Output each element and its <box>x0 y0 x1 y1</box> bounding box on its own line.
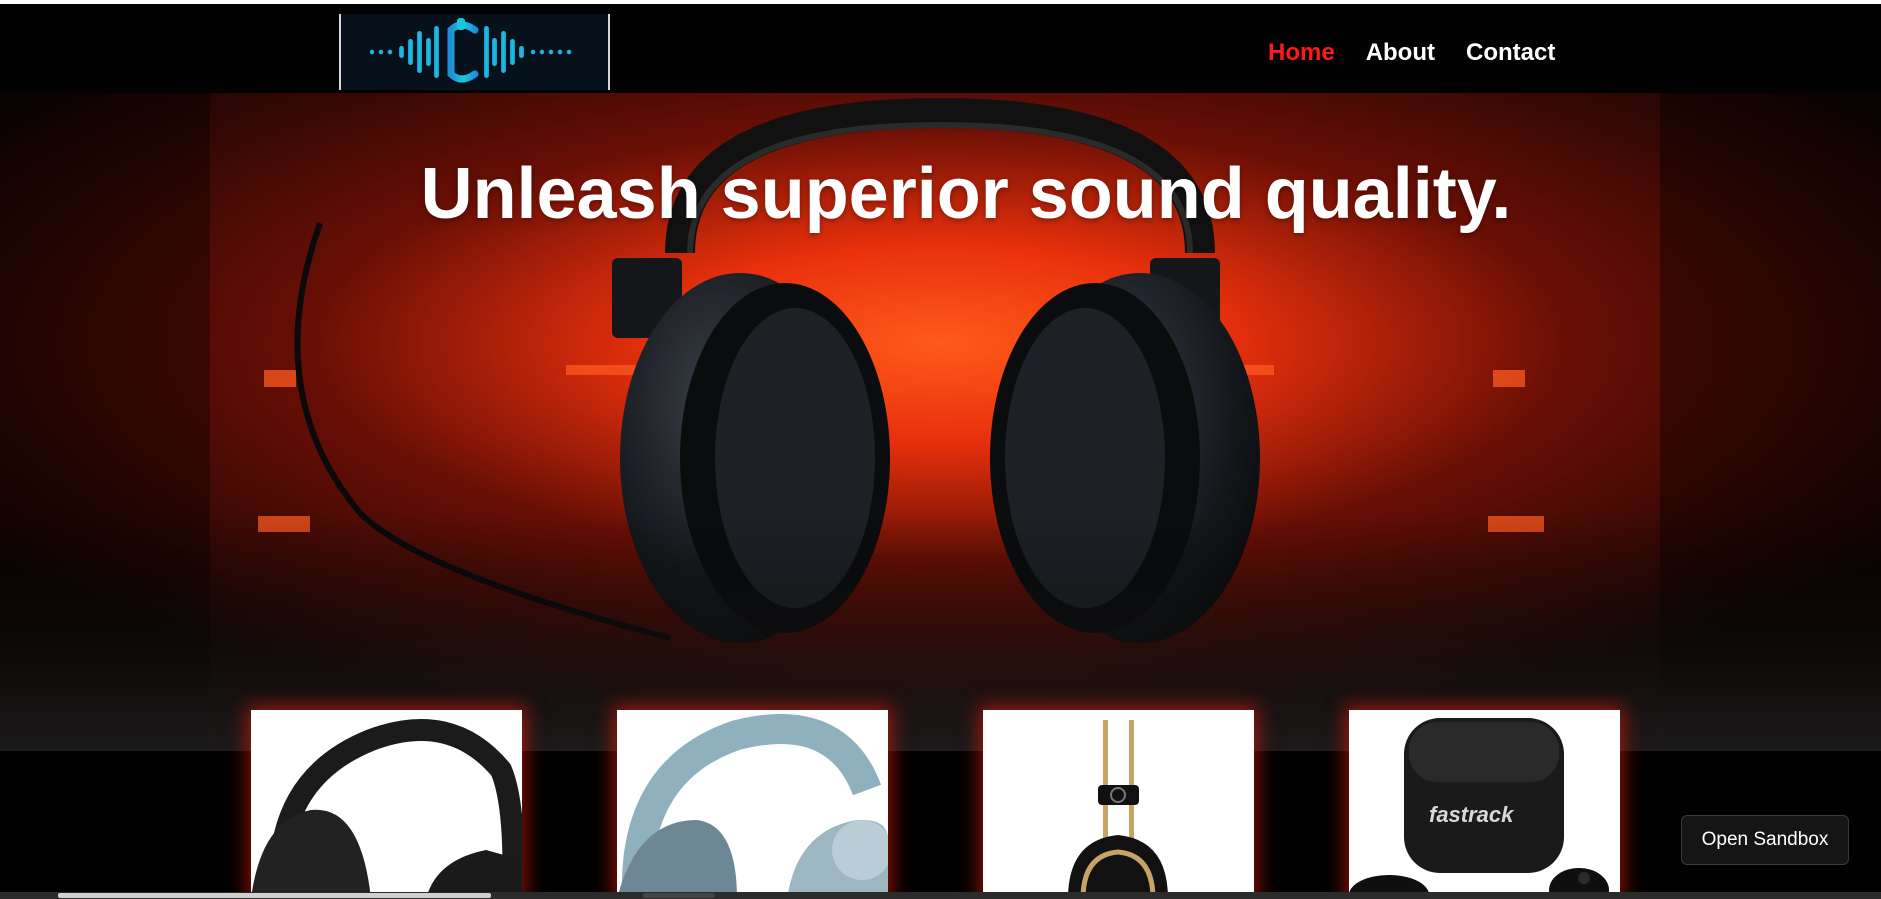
product-card[interactable] <box>617 710 888 899</box>
blue-headphones-image <box>617 714 888 899</box>
main-nav: Home About Contact <box>1268 34 1555 72</box>
product-card[interactable] <box>983 710 1254 899</box>
horizontal-scrollbar[interactable] <box>0 892 1881 899</box>
scrollbar-segment <box>643 893 715 898</box>
navbar: Home About Contact <box>0 4 1881 93</box>
product-grid: fastrack <box>0 710 1881 899</box>
nav-home-link[interactable]: Home <box>1268 34 1335 72</box>
gold-headphones-image <box>1068 720 1168 899</box>
waveform-c-logo[interactable] <box>339 14 610 90</box>
black-headphones-image <box>251 719 522 899</box>
fastrack-earbuds-image: fastrack <box>1349 718 1609 899</box>
nav-about-link[interactable]: About <box>1366 34 1435 72</box>
hero-banner: Unleash superior sound quality. <box>0 93 1881 751</box>
product-card[interactable]: fastrack <box>1349 710 1620 899</box>
open-sandbox-button[interactable]: Open Sandbox <box>1681 815 1849 865</box>
product-card[interactable] <box>251 710 522 899</box>
nav-contact-link[interactable]: Contact <box>1466 34 1555 72</box>
product-brand-label: fastrack <box>1429 802 1515 827</box>
scrollbar-thumb[interactable] <box>58 893 491 898</box>
hero-title: Unleash superior sound quality. <box>420 154 1512 234</box>
